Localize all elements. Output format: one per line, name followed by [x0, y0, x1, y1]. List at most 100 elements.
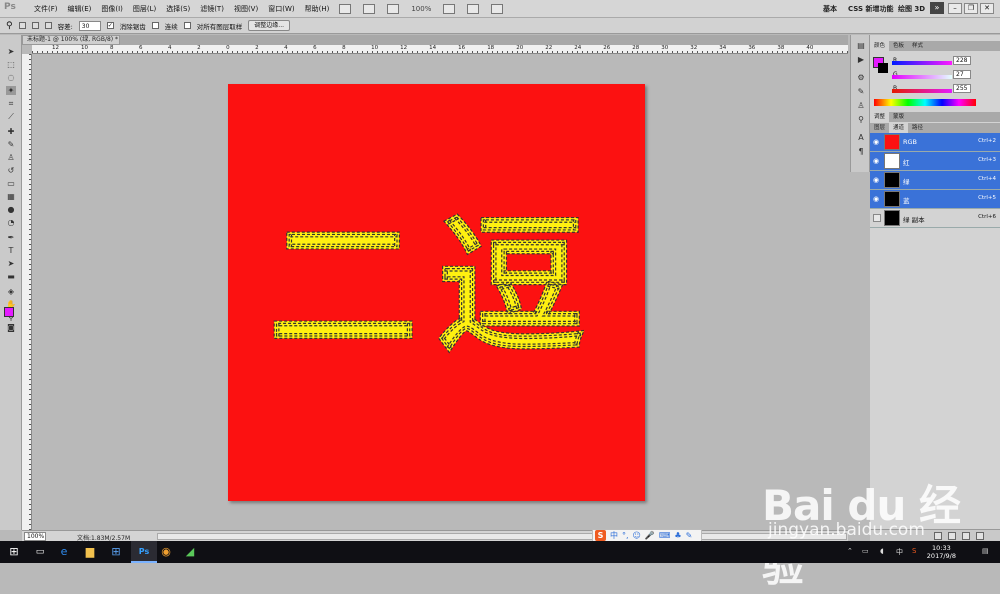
panel-background-swatch[interactable]: [878, 63, 888, 73]
tools-icon[interactable]: ✎: [686, 530, 693, 541]
sogou-ime-icon[interactable]: S: [595, 530, 606, 541]
emoji-icon[interactable]: ☺: [633, 530, 641, 541]
navigator-icon[interactable]: ⚲: [856, 115, 866, 124]
screen-mode-icon[interactable]: [491, 3, 504, 14]
new-selection-icon[interactable]: [18, 22, 26, 29]
more-workspaces-button[interactable]: »: [930, 2, 944, 14]
task-view-icon[interactable]: ▭: [32, 544, 48, 560]
keyboard-icon[interactable]: ⌨: [659, 530, 671, 541]
channel-row-rgb[interactable]: ◉ RGB Ctrl+2: [870, 133, 1000, 152]
tray-ime-icon[interactable]: 中: [896, 547, 903, 557]
healing-brush-icon[interactable]: ✚: [6, 127, 16, 136]
photoshop-taskbar-icon[interactable]: Ps: [136, 544, 152, 560]
menu-layer[interactable]: 图层(L): [133, 4, 156, 14]
visibility-toggle[interactable]: [873, 214, 881, 222]
eye-icon[interactable]: ◉: [873, 176, 881, 184]
store-icon[interactable]: ⊞: [108, 544, 124, 560]
start-button-icon[interactable]: ⊞: [6, 544, 22, 560]
restore-button[interactable]: ❐: [964, 3, 978, 14]
crop-tool-icon[interactable]: ⌗: [6, 99, 16, 108]
tray-chevron-icon[interactable]: ⌃: [847, 547, 853, 555]
app-taskbar-icon[interactable]: ◢: [182, 544, 198, 560]
shape-tool-icon[interactable]: ▬: [6, 272, 16, 281]
b-slider[interactable]: [892, 89, 952, 93]
refine-edge-button[interactable]: 调整边缘...: [248, 20, 291, 31]
brush-tool-icon[interactable]: ✎: [6, 140, 16, 149]
tab-layers[interactable]: 图层: [870, 123, 889, 133]
quick-mask-icon[interactable]: ◙: [6, 323, 16, 332]
punctuation-icon[interactable]: °,: [622, 530, 629, 541]
history-icon[interactable]: ▤: [856, 41, 866, 50]
channel-row-green[interactable]: ◉ 绿 Ctrl+4: [870, 171, 1000, 190]
menu-edit[interactable]: 编辑(E): [68, 4, 92, 14]
channel-row-blue[interactable]: ◉ 蓝 Ctrl+5: [870, 190, 1000, 209]
zoom-field[interactable]: 100%: [24, 532, 46, 541]
pen-tool-icon[interactable]: ✒: [6, 233, 16, 242]
tab-swatches[interactable]: 色板: [889, 41, 908, 51]
path-selection-icon[interactable]: ➤: [6, 259, 16, 268]
channel-row-red[interactable]: ◉ 红 Ctrl+3: [870, 152, 1000, 171]
document-tab[interactable]: 未标题-1 @ 100% (绿, RGB/8) *: [22, 35, 120, 45]
menu-image[interactable]: 图像(I): [101, 4, 123, 14]
contiguous-checkbox[interactable]: [151, 22, 159, 29]
tab-adjustments[interactable]: 调整: [870, 112, 890, 122]
g-slider[interactable]: [892, 75, 952, 79]
mini-bridge-icon[interactable]: [363, 3, 376, 14]
marquee-tool-icon[interactable]: ⬚: [6, 60, 16, 69]
r-slider[interactable]: [892, 61, 952, 65]
type-tool-icon[interactable]: T: [6, 246, 16, 255]
3d-rotate-icon[interactable]: ◈: [6, 287, 16, 296]
browser-taskbar-icon[interactable]: ◉: [158, 544, 174, 560]
file-explorer-icon[interactable]: ▆: [82, 544, 98, 560]
blur-tool-icon[interactable]: ●: [6, 205, 16, 214]
menu-select[interactable]: 选择(S): [166, 4, 190, 14]
eraser-tool-icon[interactable]: ▭: [6, 179, 16, 188]
lasso-tool-icon[interactable]: ◌: [6, 73, 16, 82]
tool-presets-icon[interactable]: ⚙: [856, 73, 866, 82]
workspace-css[interactable]: CSS 新增功能: [848, 4, 893, 14]
menu-help[interactable]: 帮助(H): [305, 4, 330, 14]
document-canvas[interactable]: 二逗: [228, 84, 645, 501]
eye-icon[interactable]: ◉: [873, 138, 881, 146]
taskbar-clock[interactable]: 10:33 2017/9/8: [927, 544, 956, 560]
gradient-tool-icon[interactable]: ▦: [6, 192, 16, 201]
eyedropper-tool-icon[interactable]: ⟋: [6, 112, 16, 121]
tab-channels[interactable]: 通道: [889, 123, 909, 133]
menu-filter[interactable]: 滤镜(T): [200, 4, 224, 14]
tab-color[interactable]: 颜色: [870, 41, 890, 51]
paragraph-icon[interactable]: ¶: [856, 147, 866, 156]
workspace-3d[interactable]: 绘图 3D: [898, 4, 925, 14]
tab-masks[interactable]: 蒙版: [889, 112, 908, 122]
bridge-icon[interactable]: [339, 3, 352, 14]
clone-source-icon[interactable]: ♙: [856, 101, 866, 110]
foreground-color-swatch[interactable]: [4, 307, 14, 317]
color-spectrum-bar[interactable]: [874, 99, 976, 106]
channel-row-green-copy[interactable]: 绿 副本 Ctrl+6: [870, 209, 1000, 228]
tray-sogou-icon[interactable]: S: [912, 547, 916, 555]
eye-icon[interactable]: ◉: [873, 195, 881, 203]
minimize-button[interactable]: –: [948, 3, 962, 14]
voice-icon[interactable]: 🎤: [645, 530, 655, 541]
tray-network-icon[interactable]: ▭: [862, 547, 869, 555]
zoom-level-dropdown[interactable]: 100%: [411, 5, 431, 13]
tray-volume-icon[interactable]: ◖: [880, 547, 884, 555]
skin-icon[interactable]: ♣: [674, 530, 681, 541]
sample-all-checkbox[interactable]: [183, 22, 191, 29]
anti-alias-checkbox[interactable]: ✓: [106, 22, 114, 29]
stamp-tool-icon[interactable]: ♙: [6, 153, 16, 162]
tab-styles[interactable]: 样式: [908, 41, 927, 51]
notifications-icon[interactable]: ▤: [982, 547, 989, 555]
close-button[interactable]: ✕: [980, 3, 994, 14]
b-value-field[interactable]: 255: [953, 84, 971, 93]
arrange-documents-icon[interactable]: [467, 3, 480, 14]
character-icon[interactable]: A: [856, 133, 866, 142]
add-selection-icon[interactable]: [31, 22, 39, 29]
actions-icon[interactable]: ▶: [856, 55, 866, 64]
workspace-essentials[interactable]: 基本: [823, 4, 837, 14]
g-value-field[interactable]: 27: [953, 70, 971, 79]
tolerance-input[interactable]: 30: [78, 20, 101, 31]
subtract-selection-icon[interactable]: [44, 22, 52, 29]
horizontal-scrollbar[interactable]: [157, 533, 847, 540]
view-extras-icon[interactable]: [387, 3, 400, 14]
chinese-mode-icon[interactable]: 中: [610, 530, 618, 541]
